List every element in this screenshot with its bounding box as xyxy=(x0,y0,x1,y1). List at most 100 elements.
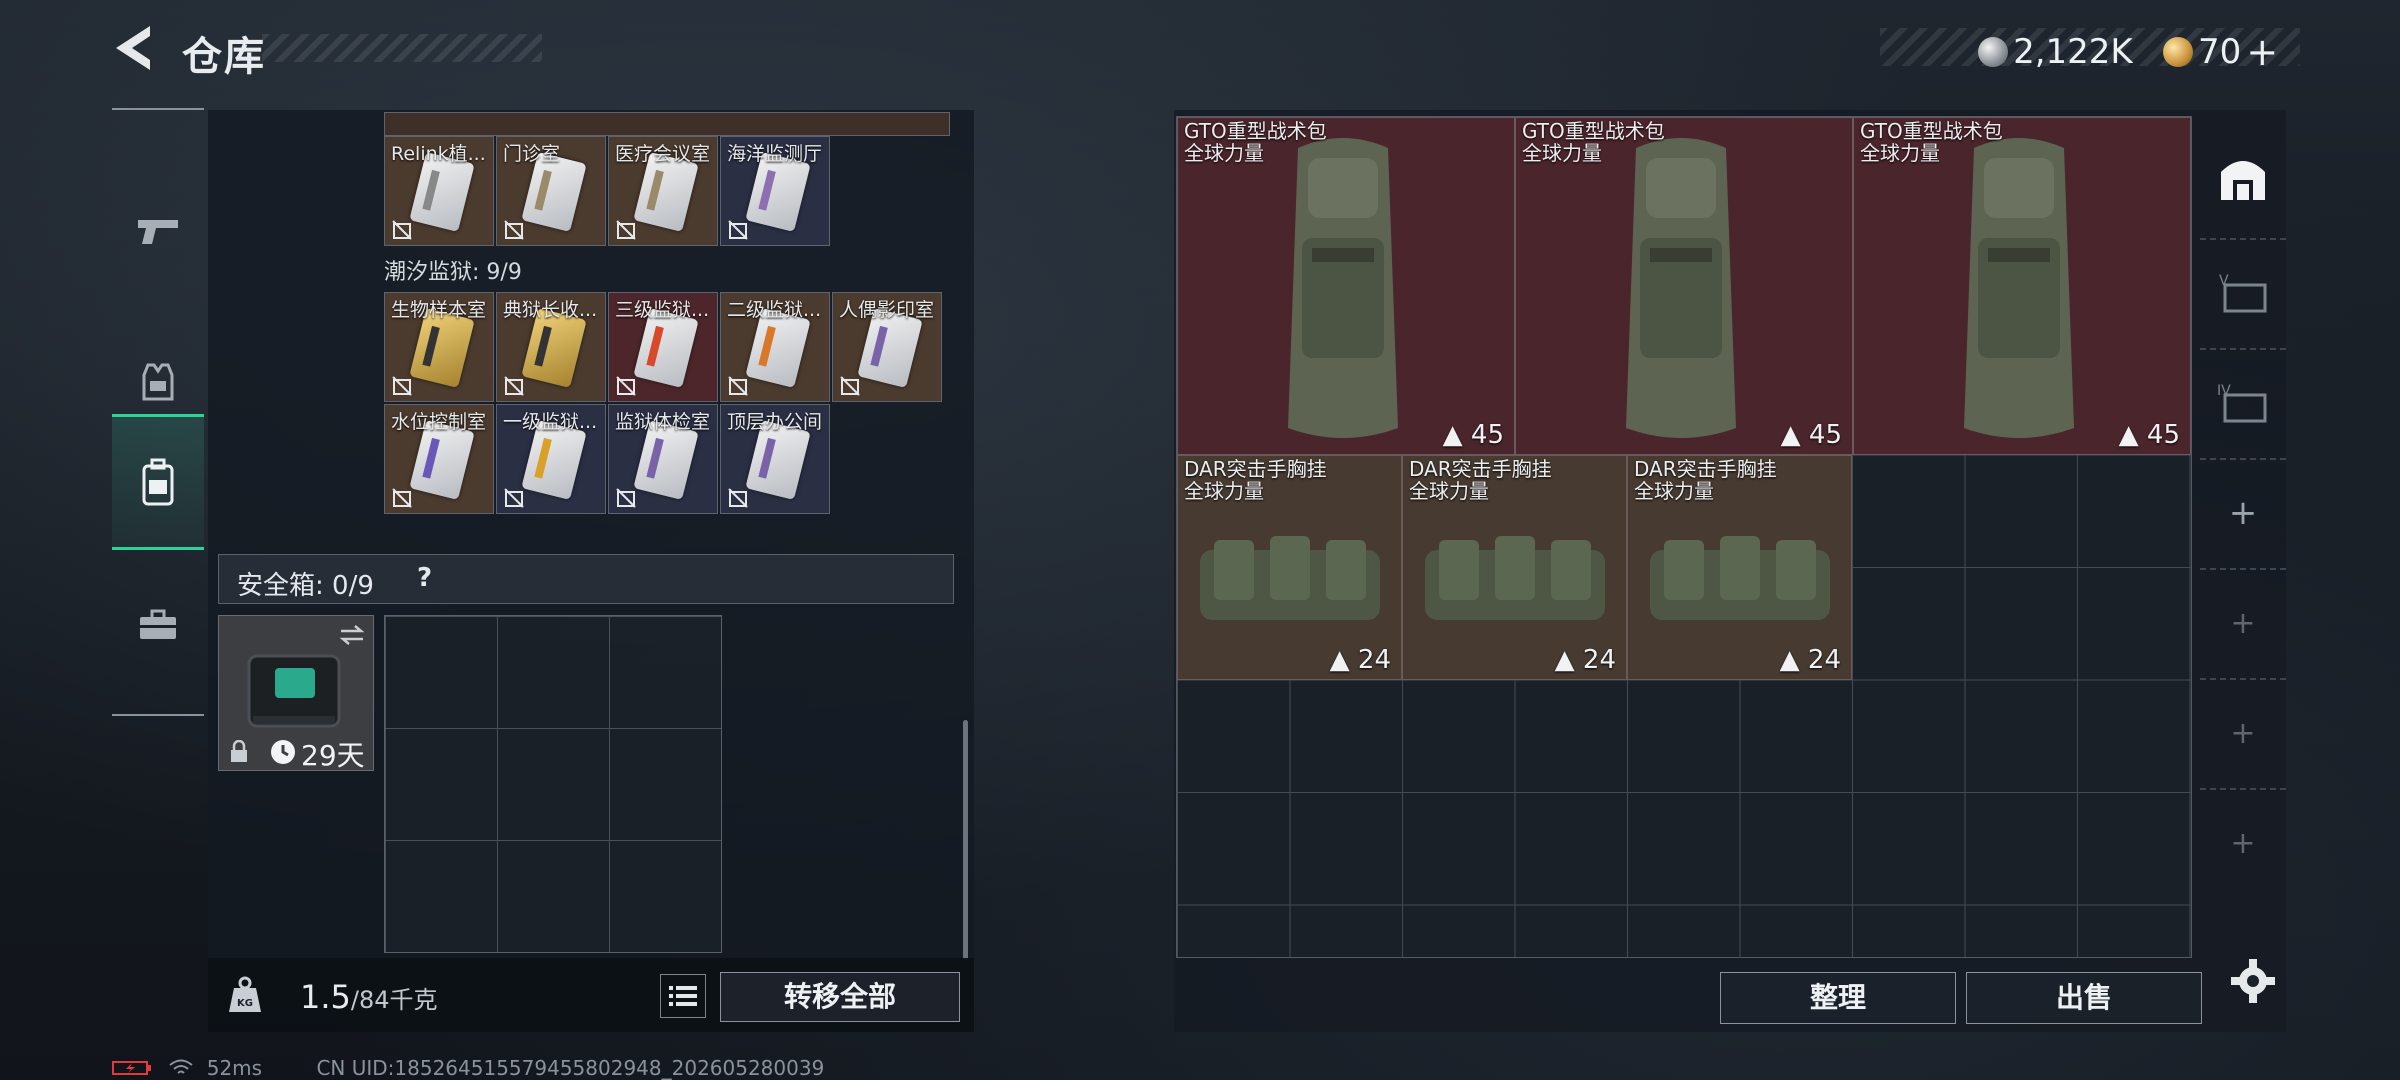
backpack-footer: KG 1.5/84千克 转移全部 xyxy=(208,958,974,1032)
storage-item[interactable]: GTO重型战术包 全球力量 ▲ 45 xyxy=(1177,117,1515,455)
weight-icon: KG xyxy=(229,976,261,1012)
status-bar: 52ms CN UID:185264515579455802948_202605… xyxy=(112,1054,824,1080)
list-icon xyxy=(669,986,697,1006)
add-storage-tab-button[interactable]: + xyxy=(2200,678,2286,790)
keycard-item[interactable]: Relink植... xyxy=(384,136,494,246)
safe-box-duration: 29天 xyxy=(301,739,365,772)
no-share-icon xyxy=(616,220,636,240)
backpack-image xyxy=(1964,138,2074,438)
nav-weapons[interactable] xyxy=(112,166,204,296)
add-storage-tab-button[interactable]: + xyxy=(2200,788,2286,898)
safe-box-label: 安全箱: 0/9 xyxy=(237,571,374,601)
no-share-icon xyxy=(392,376,412,396)
chest-rig-image xyxy=(1650,536,1830,620)
keycard-item[interactable]: 监狱体检室 xyxy=(608,404,718,514)
keycard-row-c: 水位控制室 一级监狱... 监狱体检室 顶层办公间 xyxy=(384,404,836,516)
weight-max: /84千克 xyxy=(350,986,438,1014)
pistol-icon xyxy=(138,220,178,244)
weight-readout: 1.5/84千克 xyxy=(300,978,438,1016)
storage-tabs: V IV + + + + xyxy=(2200,118,2286,958)
section-label-prison: 潮汐监狱: 9/9 xyxy=(384,260,522,285)
keycard-row-a: Relink植... 门诊室 医疗会议室 海洋监测厅 xyxy=(384,136,836,248)
storage-tab-main[interactable] xyxy=(2200,118,2286,240)
keycard-item[interactable]: 生物样本室 xyxy=(384,292,494,402)
item-name: DAR突击手胸挂 xyxy=(1409,457,1552,481)
no-share-icon xyxy=(728,488,748,508)
keycard-item[interactable]: 二级监狱... xyxy=(720,292,830,402)
weight-class-icon: ▲ xyxy=(1329,645,1358,675)
item-count: 24 xyxy=(1357,645,1391,675)
no-share-icon xyxy=(728,376,748,396)
no-share-icon xyxy=(616,376,636,396)
no-share-icon xyxy=(840,376,860,396)
storage-tab-iv[interactable]: IV xyxy=(2200,348,2286,460)
plus-icon: + xyxy=(2230,605,2256,641)
item-source: 全球力量 xyxy=(1634,479,1714,503)
keycard-item[interactable]: 医疗会议室 xyxy=(608,136,718,246)
keycard-item[interactable]: 水位控制室 xyxy=(384,404,494,514)
warehouse-icon xyxy=(2221,161,2265,200)
keycard-item[interactable]: 典狱长收... xyxy=(496,292,606,402)
plus-icon: + xyxy=(2228,493,2258,533)
uid-readout: CN UID:185264515579455802948_20260528003… xyxy=(316,1055,825,1080)
battery-icon xyxy=(112,1060,151,1075)
clock-icon xyxy=(271,740,295,764)
page-title: 仓库 xyxy=(182,34,266,80)
storage-item[interactable]: DAR突击手胸挂 全球力量 ▲ 24 xyxy=(1402,455,1627,680)
storage-item[interactable]: DAR突击手胸挂 全球力量 ▲ 24 xyxy=(1177,455,1402,680)
swap-icon[interactable] xyxy=(339,624,365,646)
item-count: 45 xyxy=(1808,420,1842,450)
safe-box-item[interactable]: 29天 xyxy=(218,615,374,772)
item-source: 全球力量 xyxy=(1522,141,1602,165)
currency-silver-amount: 2,122K xyxy=(2013,32,2133,72)
sell-button[interactable]: 出售 xyxy=(1966,972,2202,1024)
storage-item[interactable]: DAR突击手胸挂 全球力量 ▲ 24 xyxy=(1627,455,1852,680)
sort-button[interactable]: 整理 xyxy=(1720,972,1956,1024)
wifi-icon xyxy=(169,1059,193,1074)
item-count: 24 xyxy=(1582,645,1616,675)
transfer-all-button[interactable]: 转移全部 xyxy=(720,972,960,1022)
no-share-icon xyxy=(504,488,524,508)
no-share-icon xyxy=(504,220,524,240)
backpack-icon xyxy=(142,458,174,506)
item-name: GTO重型战术包 xyxy=(1860,119,2003,143)
nav-backpack[interactable] xyxy=(112,414,204,550)
settings-gear-icon[interactable] xyxy=(2228,956,2278,1006)
weight-class-icon: ▲ xyxy=(1779,645,1808,675)
item-name: GTO重型战术包 xyxy=(1522,119,1665,143)
list-view-button[interactable] xyxy=(660,974,706,1018)
keycard-item[interactable]: 门诊室 xyxy=(496,136,606,246)
add-storage-tab-button[interactable]: + xyxy=(2200,458,2286,570)
help-button[interactable]: ? xyxy=(417,563,432,593)
storage-item[interactable]: GTO重型战术包 全球力量 ▲ 45 xyxy=(1853,117,2191,455)
back-arrow-icon xyxy=(116,26,150,70)
add-storage-tab-button[interactable]: + xyxy=(2200,568,2286,680)
back-button[interactable] xyxy=(110,22,158,74)
keycard-item[interactable]: 人偶影印室 xyxy=(832,292,942,402)
backpack-scrollbar[interactable] xyxy=(963,720,968,960)
nav-toolbox[interactable] xyxy=(112,570,204,680)
silver-coin-icon xyxy=(1978,37,2008,67)
keycard-item[interactable]: 三级监狱... xyxy=(608,292,718,402)
item-name: DAR突击手胸挂 xyxy=(1634,457,1777,481)
item-source: 全球力量 xyxy=(1184,479,1264,503)
briefcase-icon xyxy=(140,609,176,639)
keycard-item[interactable]: 顶层办公间 xyxy=(720,404,830,514)
item-name: GTO重型战术包 xyxy=(1184,119,1327,143)
locked-storage-v-icon: V xyxy=(2219,273,2267,313)
storage-item[interactable]: GTO重型战术包 全球力量 ▲ 45 xyxy=(1515,117,1853,455)
safe-box-slots[interactable] xyxy=(384,615,722,953)
item-count: 45 xyxy=(2146,420,2180,450)
storage-tab-v[interactable]: V xyxy=(2200,238,2286,350)
gold-coin-icon xyxy=(2162,37,2193,67)
chest-rig-image xyxy=(1425,536,1605,620)
add-currency-button[interactable]: + xyxy=(2246,30,2278,74)
item-source: 全球力量 xyxy=(1860,141,1940,165)
keycard-item[interactable]: 海洋监测厅 xyxy=(720,136,830,246)
no-share-icon xyxy=(392,488,412,508)
keycard-item[interactable]: 一级监狱... xyxy=(496,404,606,514)
chest-rig-image xyxy=(1200,536,1380,620)
storage-grid[interactable]: GTO重型战术包 全球力量 ▲ 45 GTO重型战术包 全球力量 ▲ 45 GTO重… xyxy=(1176,116,2192,958)
no-share-icon xyxy=(616,488,636,508)
weight-class-icon: ▲ xyxy=(2118,420,2147,450)
